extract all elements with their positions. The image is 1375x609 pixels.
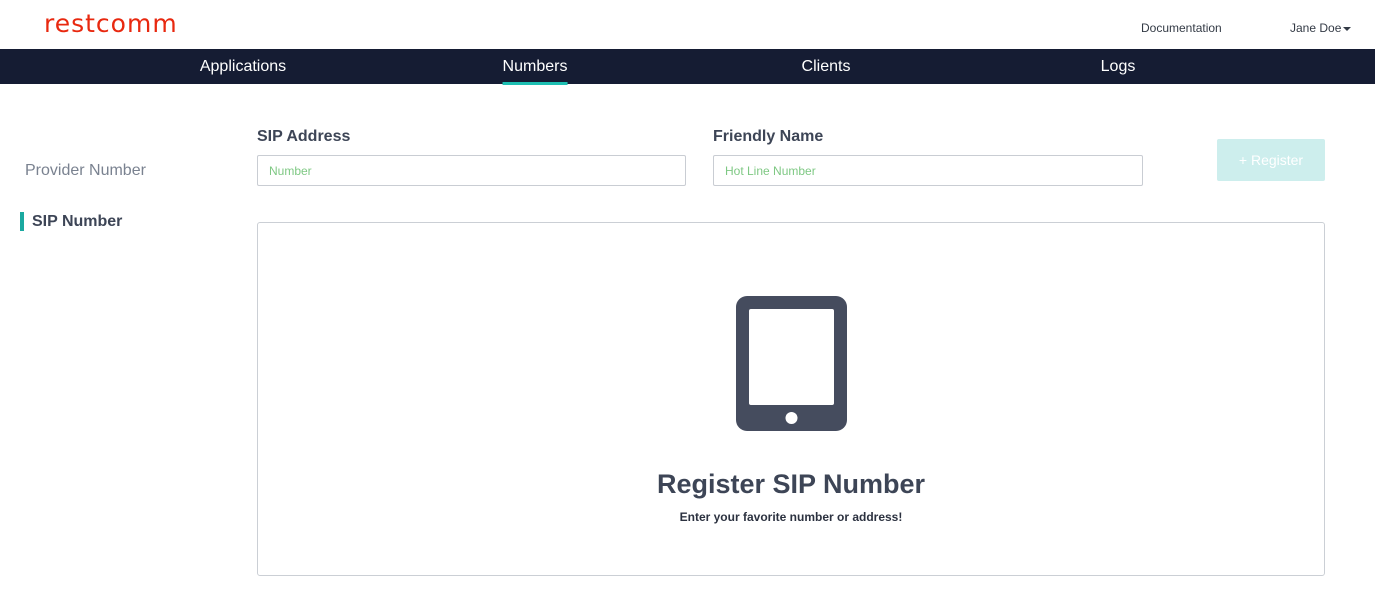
friendly-name-input[interactable]	[713, 155, 1143, 186]
sidebar-item-provider-number[interactable]: Provider Number	[25, 162, 146, 180]
user-menu[interactable]: Jane Doe	[1290, 21, 1352, 35]
nav-applications[interactable]: Applications	[200, 49, 286, 84]
empty-state-panel: Register SIP Number Enter your favorite …	[257, 222, 1325, 576]
empty-state-title: Register SIP Number	[656, 469, 926, 499]
documentation-link[interactable]: Documentation	[1141, 21, 1222, 35]
top-header: restcomm Documentation Jane Doe	[0, 0, 1375, 49]
main-nav: Applications Numbers Clients Logs	[0, 49, 1375, 85]
nav-clients[interactable]: Clients	[802, 49, 851, 84]
user-name: Jane Doe	[1290, 21, 1342, 35]
tablet-icon	[736, 296, 847, 431]
friendly-name-label: Friendly Name	[713, 128, 824, 145]
register-button[interactable]: + Register	[1217, 139, 1325, 181]
sip-address-label: SIP Address	[257, 128, 351, 145]
restcomm-logo[interactable]: restcomm	[44, 9, 178, 39]
empty-state-subtitle: Enter your favorite number or address!	[679, 510, 903, 524]
caret-down-icon	[1343, 26, 1352, 31]
nav-logs[interactable]: Logs	[1101, 49, 1136, 84]
sip-address-input[interactable]	[257, 155, 686, 186]
sidebar-item-sip-number[interactable]: SIP Number	[20, 212, 122, 231]
nav-numbers[interactable]: Numbers	[502, 49, 567, 85]
